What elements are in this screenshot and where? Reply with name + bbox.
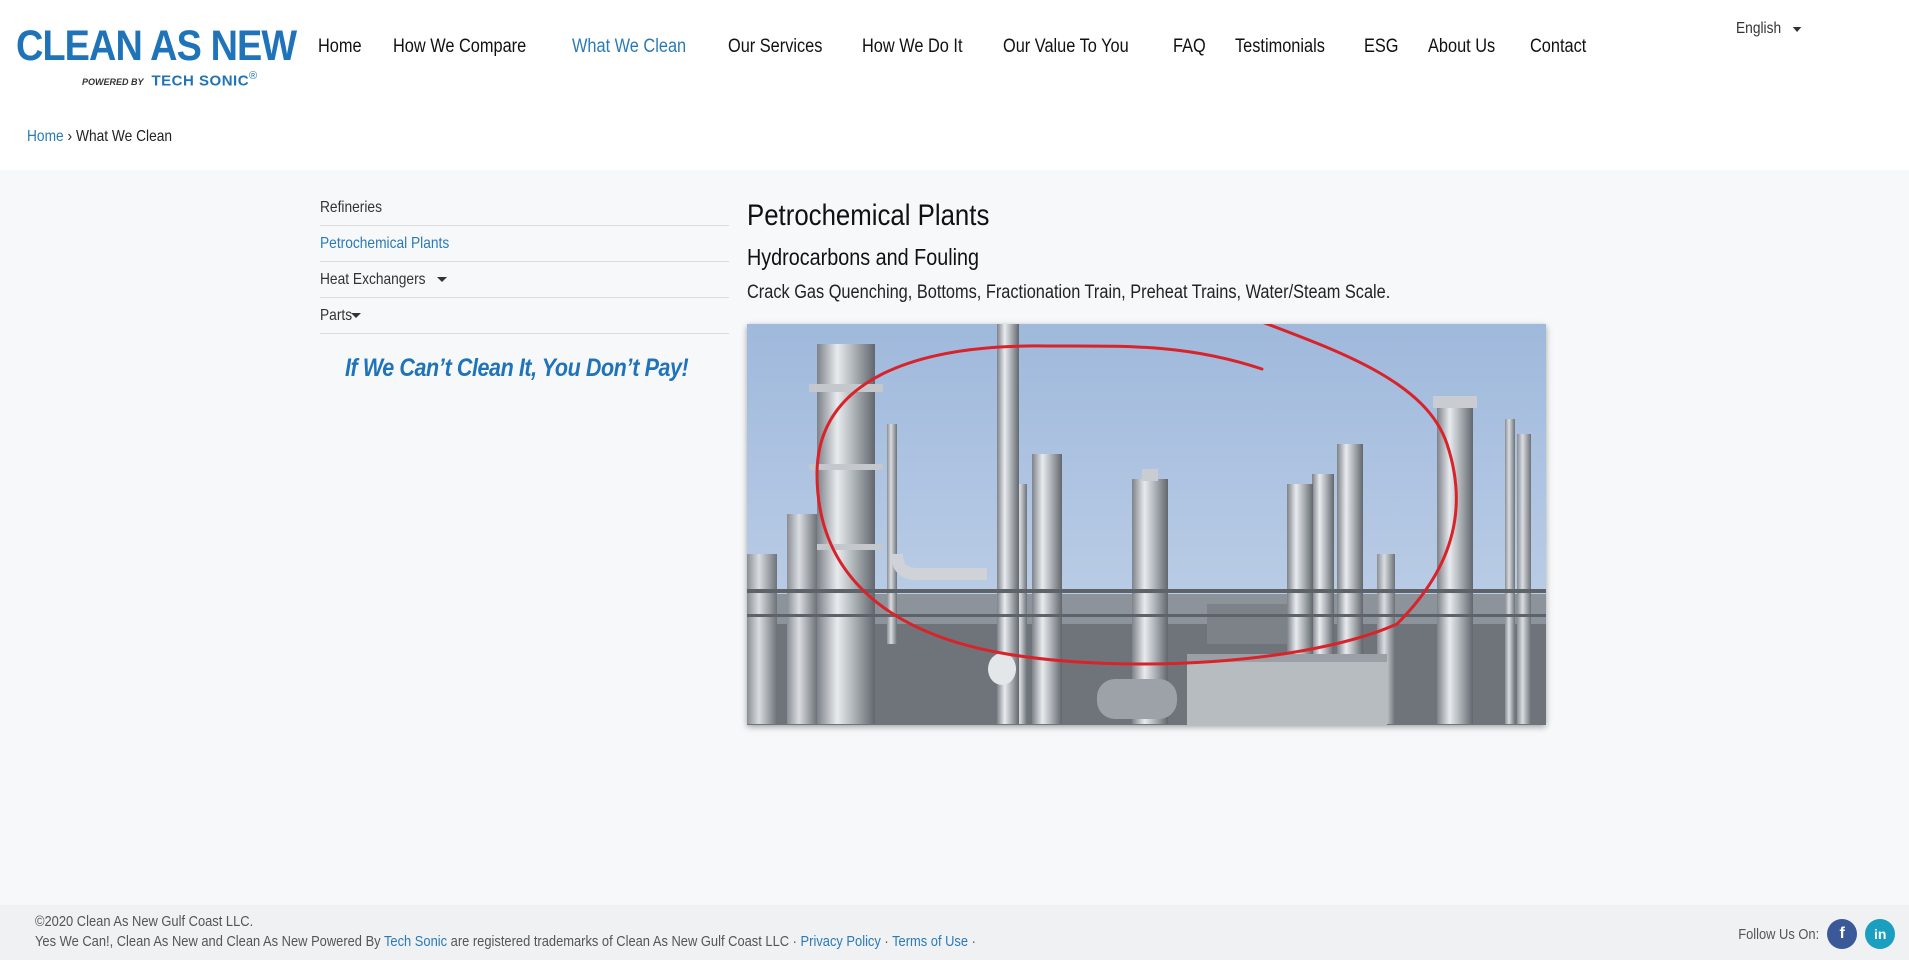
sidebar-item-heat-exchangers[interactable]: Heat Exchangers	[320, 262, 729, 298]
nav-testimonials[interactable]: Testimonials	[1235, 34, 1325, 60]
chevron-down-icon	[1793, 26, 1802, 32]
site-logo[interactable]: CLEAN AS NEW POWERED BY TECH SONIC®	[16, 22, 297, 92]
page-title: Petrochemical Plants	[747, 199, 990, 232]
registered-mark: ®	[249, 70, 258, 82]
nav-faq[interactable]: FAQ	[1173, 34, 1206, 60]
follow-label: Follow Us On:	[1738, 925, 1820, 943]
sidebar-item-petrochemical[interactable]: Petrochemical Plants	[320, 226, 729, 262]
slogan: If We Can’t Clean It, You Don’t Pay!	[345, 354, 689, 382]
privacy-policy-link[interactable]: Privacy Policy	[801, 933, 881, 950]
tech-sonic-link[interactable]: Tech Sonic	[384, 933, 447, 950]
site-footer: ©2020 Clean As New Gulf Coast LLC. Yes W…	[0, 905, 1909, 960]
page-description: Crack Gas Quenching, Bottoms, Fractionat…	[747, 282, 1391, 303]
language-label: English	[1736, 20, 1782, 37]
nav-home[interactable]: Home	[318, 34, 362, 60]
terms-of-use-link[interactable]: Terms of Use	[892, 933, 968, 950]
nav-how-we-compare[interactable]: How We Compare	[393, 34, 526, 60]
nav-what-we-clean[interactable]: What We Clean	[572, 34, 686, 60]
language-selector[interactable]: English	[1736, 20, 1802, 38]
sidebar-item-parts[interactable]: Parts	[320, 298, 729, 334]
footer-separator: ·	[880, 933, 893, 950]
nav-about-us[interactable]: About Us	[1428, 34, 1495, 60]
trademark-text-2: are registered trademarks of Clean As Ne…	[447, 933, 801, 950]
facebook-icon[interactable]: f	[1827, 919, 1858, 949]
breadcrumb: Home › What We Clean	[27, 128, 172, 146]
logo-powered-by: POWERED BY	[82, 77, 144, 88]
sidebar-menu: Refineries Petrochemical Plants Heat Exc…	[320, 190, 729, 334]
breadcrumb-current: What We Clean	[75, 128, 173, 145]
nav-esg[interactable]: ESG	[1364, 34, 1399, 60]
logo-tech-sonic: TECH SONIC	[151, 72, 250, 90]
footer-copyright: ©2020 Clean As New Gulf Coast LLC.	[35, 913, 254, 930]
nav-our-value[interactable]: Our Value To You	[1003, 34, 1129, 60]
breadcrumb-separator: ›	[67, 128, 73, 145]
site-header: CLEAN AS NEW POWERED BY TECH SONIC® Home …	[0, 0, 1909, 170]
main-content: Petrochemical Plants Hydrocarbons and Fo…	[747, 196, 1547, 306]
sidebar-item-label: Petrochemical Plants	[320, 234, 450, 252]
logo-tagline: POWERED BY TECH SONIC®	[82, 68, 257, 90]
nav-our-services[interactable]: Our Services	[728, 34, 822, 60]
trademark-text: Yes We Can!, Clean As New and Clean As N…	[35, 933, 384, 950]
logo-wordmark: CLEAN AS NEW	[16, 22, 297, 70]
footer-trailing-dot: ·	[968, 933, 976, 950]
sidebar-item-label: Parts	[320, 306, 353, 324]
page-subtitle: Hydrocarbons and Fouling	[747, 244, 980, 270]
breadcrumb-home[interactable]: Home	[27, 128, 64, 145]
chevron-down-icon	[351, 313, 362, 318]
social-follow: Follow Us On: f in	[1725, 919, 1896, 949]
sidebar-item-refineries[interactable]: Refineries	[320, 190, 729, 226]
linkedin-icon[interactable]: in	[1865, 919, 1896, 949]
chevron-down-icon	[436, 277, 447, 282]
sidebar-item-label: Heat Exchangers	[320, 270, 426, 288]
nav-how-we-do-it[interactable]: How We Do It	[862, 34, 962, 60]
sidebar-item-label: Refineries	[320, 198, 382, 216]
footer-trademark: Yes We Can!, Clean As New and Clean As N…	[35, 933, 976, 950]
main-nav: Home How We Compare What We Clean Our Se…	[318, 34, 1619, 60]
petrochemical-plant-image	[747, 324, 1546, 725]
nav-contact[interactable]: Contact	[1530, 34, 1586, 60]
